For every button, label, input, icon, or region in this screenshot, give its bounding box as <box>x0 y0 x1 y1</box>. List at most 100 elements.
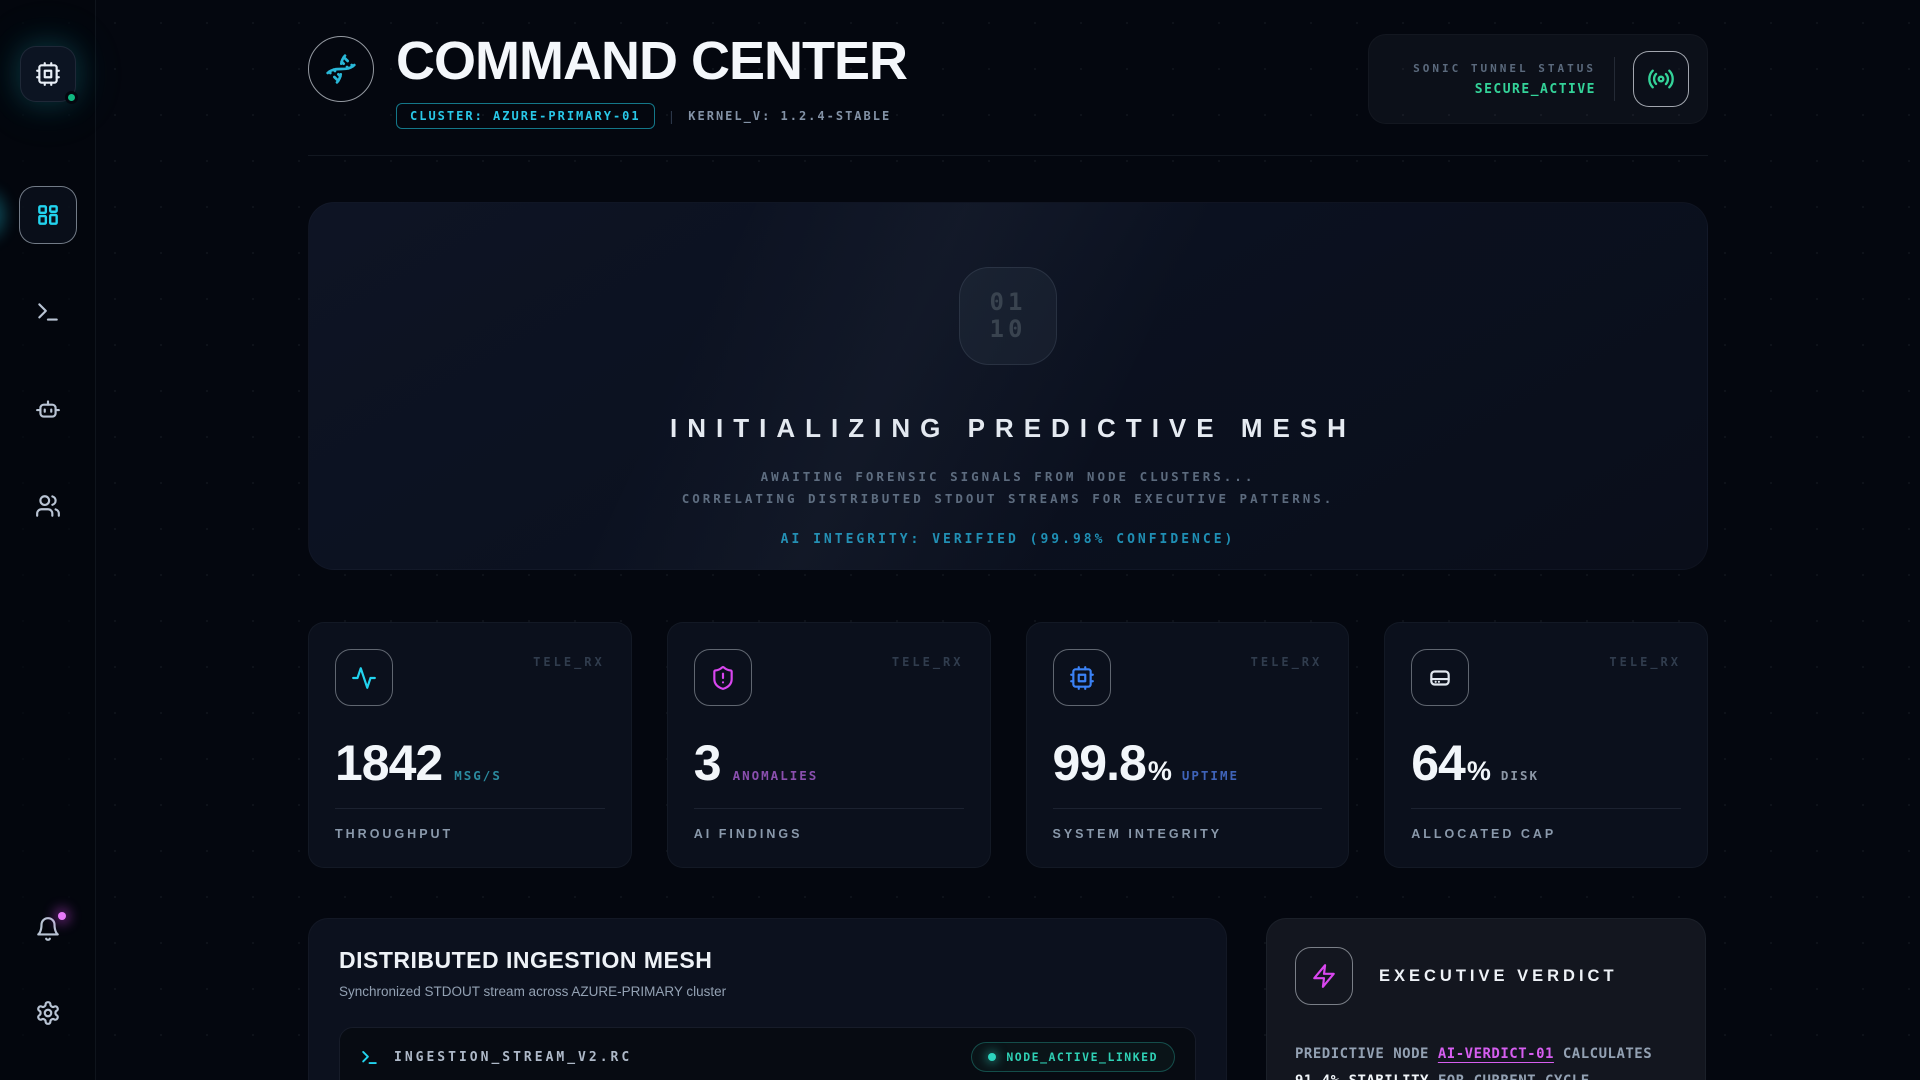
stat-divider <box>1052 808 1323 809</box>
stat-label: THROUGHPUT <box>335 827 454 841</box>
stat-icon-box <box>1052 649 1111 707</box>
stat-icon-box <box>335 649 393 707</box>
meta-separator: | <box>669 108 674 124</box>
stat-card-ai-findings: TELE_RX 3 ANOMALIES AI FINDINGS <box>666 622 991 868</box>
terminal-prompt-icon <box>360 1048 379 1067</box>
gear-icon <box>35 1000 61 1026</box>
sidebar-item-ai-agent[interactable] <box>35 396 61 422</box>
telemetry-tag: TELE_RX <box>1250 655 1323 669</box>
hero-panel: 01 10 INITIALIZING PREDICTIVE MESH AWAIT… <box>308 202 1708 570</box>
sidebar-item-notifications[interactable] <box>35 912 66 942</box>
sidebar-item-dashboard[interactable] <box>18 185 77 244</box>
activity-icon <box>351 665 377 691</box>
radio-icon <box>1647 65 1675 93</box>
stat-value: 1842 <box>335 735 443 792</box>
page-header: COMMAND CENTER CLUSTER: AZURE-PRIMARY-01… <box>308 34 1708 129</box>
verdict-icon-box <box>1295 947 1353 1005</box>
ingestion-mesh-card: DISTRIBUTED INGESTION MESH Synchronized … <box>308 918 1227 1080</box>
status-value: SECURE_ACTIVE <box>1474 81 1596 97</box>
terminal-filename: INGESTION_STREAM_V2.RC <box>394 1049 633 1065</box>
verdict-body: PREDICTIVE NODE AI-VERDICT-01 CALCULATES… <box>1295 1041 1677 1080</box>
sidebar-item-users[interactable] <box>35 493 61 519</box>
verdict-text: PREDICTIVE NODE <box>1295 1046 1438 1062</box>
cpu-icon <box>35 61 61 87</box>
stat-label: AI FINDINGS <box>693 827 803 841</box>
stat-unit: UPTIME <box>1181 768 1239 784</box>
nav-slot-terminal <box>0 263 96 360</box>
cpu-icon <box>1069 665 1095 691</box>
brand-block: COMMAND CENTER CLUSTER: AZURE-PRIMARY-01… <box>308 31 908 129</box>
status-label: SONIC TUNNEL STATUS <box>1413 61 1596 75</box>
sidebar-item-settings[interactable] <box>35 1000 61 1026</box>
stat-divider <box>1411 808 1681 809</box>
stat-card-allocated-cap: TELE_RX 64% DISK ALLOCATED CAP <box>1384 622 1708 868</box>
ingestion-terminal: INGESTION_STREAM_V2.RC NODE_ACTIVE_LINKE… <box>339 1027 1196 1080</box>
hero-title: INITIALIZING PREDICTIVE MESH <box>670 413 1356 443</box>
hard-drive-icon <box>1427 665 1453 691</box>
node-status-text: NODE_ACTIVE_LINKED <box>1006 1050 1158 1064</box>
app-logo-button[interactable] <box>19 46 78 104</box>
stat-value: 64 <box>1411 735 1466 792</box>
verdict-title: EXECUTIVE VERDICT <box>1379 966 1618 985</box>
header-divider <box>308 155 1708 156</box>
bottom-row: DISTRIBUTED INGESTION MESH Synchronized … <box>308 918 1708 1080</box>
stats-row: TELE_RX 1842 MSG/S THROUGHPUT TELE_RX 3 … <box>308 622 1708 868</box>
stat-icon-box <box>693 649 752 707</box>
stat-divider <box>335 808 605 809</box>
shield-alert-icon <box>710 665 736 691</box>
status-divider <box>1614 57 1615 101</box>
command-center-page: COMMAND CENTER CLUSTER: AZURE-PRIMARY-01… <box>0 0 1920 1080</box>
zap-icon <box>1311 963 1337 989</box>
sonic-tunnel-status-box: SONIC TUNNEL STATUS SECURE_ACTIVE <box>1368 34 1708 124</box>
ingestion-subtitle: Synchronized STDOUT stream across AZURE-… <box>339 984 727 999</box>
bot-icon <box>35 396 61 422</box>
verdict-text: CALCULATES <box>1553 1046 1653 1062</box>
sidebar-item-terminal[interactable] <box>35 299 61 325</box>
tunnel-radio-button[interactable] <box>1633 51 1689 107</box>
online-status-dot <box>64 91 78 104</box>
sidebar <box>0 0 96 1080</box>
telemetry-tag: TELE_RX <box>1609 655 1681 669</box>
page-title: COMMAND CENTER <box>396 31 908 91</box>
binary-badge: 01 10 <box>959 267 1057 365</box>
verdict-text: FOR CURRENT CYCLE. <box>1429 1073 1599 1080</box>
sidebar-nav <box>0 166 96 554</box>
header-meta-row: CLUSTER: AZURE-PRIMARY-01 | KERNEL_V: 1.… <box>396 103 907 129</box>
verdict-header: EXECUTIVE VERDICT <box>1295 947 1677 1005</box>
sidebar-bottom <box>35 912 66 1026</box>
ingestion-title: DISTRIBUTED INGESTION MESH <box>339 947 713 973</box>
nav-slot-users <box>0 457 96 554</box>
terminal-icon <box>35 299 61 325</box>
stat-suffix: % <box>1147 756 1172 787</box>
stat-unit: MSG/S <box>454 768 502 784</box>
cluster-badge: CLUSTER: AZURE-PRIMARY-01 <box>396 103 655 129</box>
stat-value: 3 <box>693 735 722 792</box>
hero-subtitle-line-2: CORRELATING DISTRIBUTED STDOUT STREAMS F… <box>681 490 1335 506</box>
terminal-header: INGESTION_STREAM_V2.RC NODE_ACTIVE_LINKE… <box>340 1028 1195 1080</box>
nav-slot-dashboard <box>0 166 96 263</box>
stat-divider <box>693 808 964 809</box>
verdict-node-link[interactable]: AI-VERDICT-01 <box>1438 1046 1554 1062</box>
stat-value: 99.8 <box>1052 735 1147 792</box>
layout-dashboard-icon <box>35 202 61 228</box>
main-content: COMMAND CENTER CLUSTER: AZURE-PRIMARY-01… <box>96 0 1920 1080</box>
hero-subtitle: AWAITING FORENSIC SIGNALS FROM NODE CLUS… <box>309 466 1707 510</box>
stat-card-system-integrity: TELE_RX 99.8% UPTIME SYSTEM INTEGRITY <box>1025 622 1350 868</box>
notification-badge-dot <box>57 912 66 920</box>
stat-label: ALLOCATED CAP <box>1411 827 1557 841</box>
users-icon <box>35 493 61 519</box>
node-status-badge: NODE_ACTIVE_LINKED <box>971 1042 1175 1072</box>
bell-icon <box>35 916 61 942</box>
telemetry-tag: TELE_RX <box>533 655 605 669</box>
binary-line-2: 10 <box>989 315 1027 343</box>
stat-unit: DISK <box>1500 768 1539 784</box>
telemetry-tag: TELE_RX <box>891 655 964 669</box>
brand-logo-circle <box>308 36 374 102</box>
dna-icon <box>325 53 357 85</box>
stat-label: SYSTEM INTEGRITY <box>1052 827 1223 841</box>
kernel-version-label: KERNEL_V: 1.2.4-STABLE <box>688 109 892 123</box>
ai-integrity-status: AI INTEGRITY: VERIFIED (99.98% CONFIDENC… <box>780 531 1236 547</box>
status-dot-icon <box>988 1053 997 1061</box>
stat-unit: ANOMALIES <box>732 768 819 784</box>
stat-card-throughput: TELE_RX 1842 MSG/S THROUGHPUT <box>308 622 632 868</box>
